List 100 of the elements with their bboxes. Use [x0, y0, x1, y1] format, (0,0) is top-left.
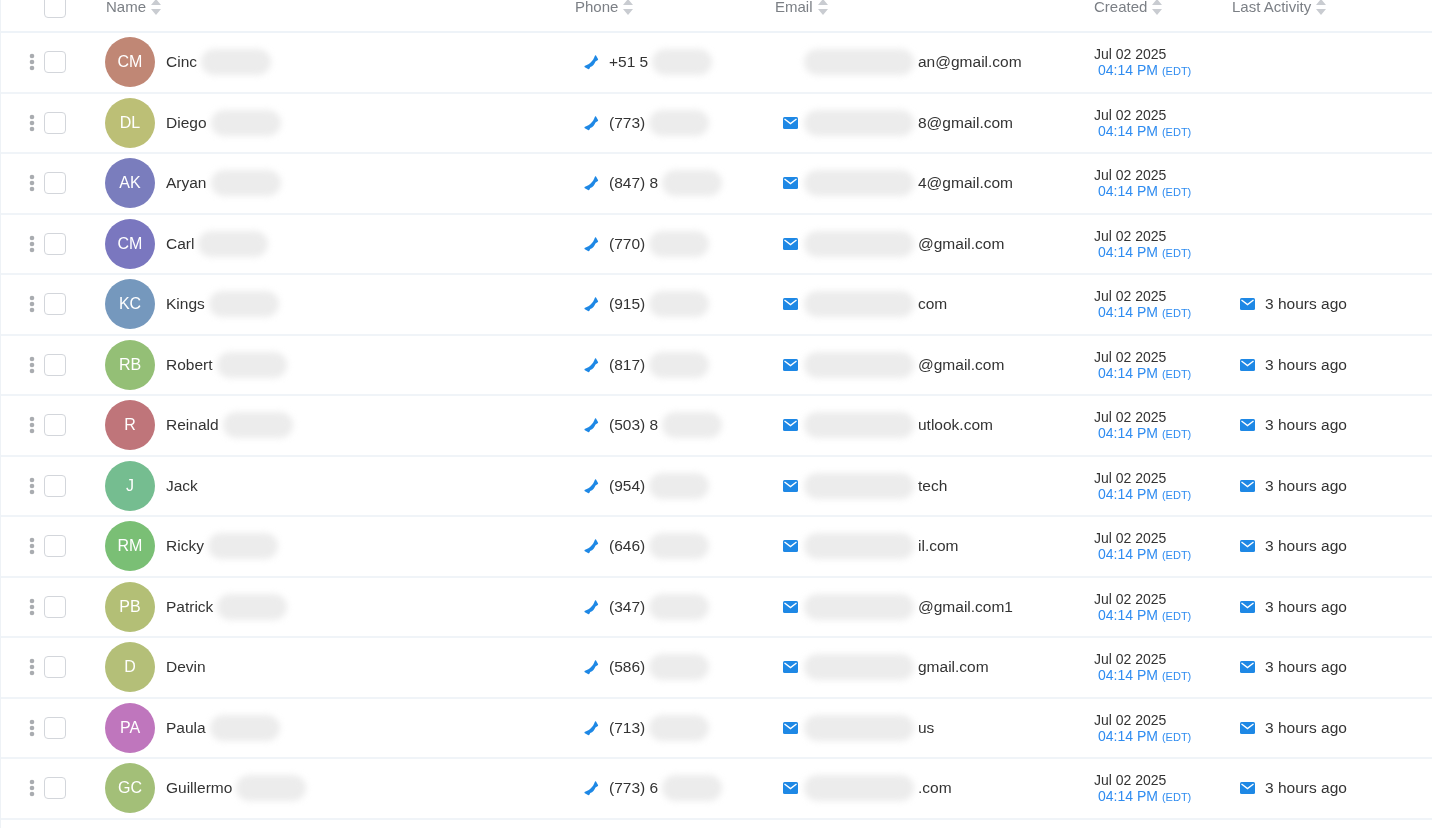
email-address[interactable]: com — [918, 295, 948, 314]
email-address[interactable]: utlook.com — [918, 416, 993, 435]
drag-handle-icon[interactable] — [29, 53, 35, 72]
checkbox[interactable] — [44, 535, 66, 558]
contact-name[interactable]: Diego — [166, 113, 207, 132]
drag-handle-icon[interactable] — [29, 718, 35, 737]
phone-icon[interactable] — [583, 538, 599, 555]
envelope-icon[interactable] — [783, 358, 798, 371]
contact-name[interactable]: Paula — [166, 718, 206, 737]
drag-handle-icon[interactable] — [29, 658, 35, 677]
phone-number[interactable]: (773) 6 — [609, 779, 659, 798]
envelope-icon[interactable] — [783, 116, 798, 129]
contact-name[interactable]: Guillermo — [166, 779, 233, 798]
column-header[interactable]: Phone — [575, 0, 619, 16]
email-address[interactable]: il.com — [918, 537, 959, 556]
phone-number[interactable]: (713) — [609, 718, 646, 737]
envelope-icon[interactable] — [783, 298, 798, 311]
drag-handle-icon[interactable] — [29, 476, 35, 495]
envelope-icon[interactable] — [783, 237, 798, 250]
contact-name[interactable]: Robert — [166, 355, 213, 374]
envelope-icon[interactable] — [783, 782, 798, 795]
checkbox[interactable] — [44, 0, 66, 18]
checkbox[interactable] — [44, 716, 66, 739]
sort-icon[interactable] — [1315, 0, 1328, 16]
checkbox[interactable] — [44, 595, 66, 618]
envelope-icon[interactable] — [783, 419, 798, 432]
contact-name[interactable]: Ricky — [166, 537, 204, 556]
phone-number[interactable]: (847) 8 — [609, 174, 659, 193]
phone-number[interactable]: (817) — [609, 355, 646, 374]
email-address[interactable]: 4@gmail.com — [918, 174, 1013, 193]
drag-handle-icon[interactable] — [29, 355, 35, 374]
envelope-icon[interactable] — [783, 721, 798, 734]
email-address[interactable]: an@gmail.com — [918, 53, 1022, 72]
sort-icon[interactable] — [1151, 0, 1164, 16]
contact-name[interactable]: Carl — [166, 234, 195, 253]
email-address[interactable]: .com — [918, 779, 952, 798]
phone-icon[interactable] — [583, 417, 599, 434]
envelope-icon[interactable] — [783, 540, 798, 553]
phone-number[interactable]: (503) 8 — [609, 416, 659, 435]
envelope-icon[interactable] — [783, 177, 798, 190]
contact-name[interactable]: Devin — [166, 658, 206, 677]
contact-name[interactable]: Aryan — [166, 174, 207, 193]
drag-handle-icon[interactable] — [29, 779, 35, 798]
phone-icon[interactable] — [583, 296, 599, 313]
email-address[interactable]: @gmail.com1 — [918, 597, 1013, 616]
drag-handle-icon[interactable] — [29, 113, 35, 132]
checkbox[interactable] — [44, 414, 66, 437]
drag-handle-icon[interactable] — [29, 597, 35, 616]
drag-handle-icon[interactable] — [29, 537, 35, 556]
checkbox[interactable] — [44, 353, 66, 376]
drag-handle-icon[interactable] — [29, 295, 35, 314]
checkbox[interactable] — [44, 232, 66, 255]
sort-icon[interactable] — [622, 0, 635, 16]
envelope-icon[interactable] — [783, 479, 798, 492]
checkbox[interactable] — [44, 172, 66, 195]
phone-number[interactable]: (770) — [609, 234, 646, 253]
phone-icon[interactable] — [583, 780, 599, 797]
phone-number[interactable]: (586) — [609, 658, 646, 677]
sort-icon[interactable] — [816, 0, 829, 16]
checkbox[interactable] — [44, 111, 66, 134]
email-address[interactable]: gmail.com — [918, 658, 989, 677]
drag-handle-icon[interactable] — [29, 174, 35, 193]
phone-number[interactable]: +51 5 — [609, 53, 649, 72]
drag-handle-icon[interactable] — [29, 234, 35, 253]
drag-handle-icon[interactable] — [29, 416, 35, 435]
contact-name[interactable]: Jack — [166, 476, 198, 495]
phone-number[interactable]: (773) — [609, 113, 646, 132]
contact-name[interactable]: Cinc — [166, 53, 197, 72]
contact-name[interactable]: Patrick — [166, 597, 214, 616]
checkbox[interactable] — [44, 293, 66, 316]
phone-icon[interactable] — [583, 598, 599, 615]
phone-icon[interactable] — [583, 659, 599, 676]
checkbox[interactable] — [44, 474, 66, 497]
phone-number[interactable]: (646) — [609, 537, 646, 556]
email-address[interactable]: tech — [918, 476, 948, 495]
envelope-icon[interactable] — [783, 600, 798, 613]
contact-name[interactable]: Kings — [166, 295, 205, 314]
phone-icon[interactable] — [583, 175, 599, 192]
email-address[interactable]: 8@gmail.com — [918, 113, 1013, 132]
email-address[interactable]: @gmail.com — [918, 355, 1005, 374]
column-header[interactable]: Created — [1094, 0, 1148, 16]
phone-number[interactable]: (347) — [609, 597, 646, 616]
phone-number[interactable]: (954) — [609, 476, 646, 495]
checkbox[interactable] — [44, 777, 66, 800]
phone-icon[interactable] — [583, 356, 599, 373]
phone-icon[interactable] — [583, 54, 599, 71]
sort-icon[interactable] — [150, 0, 162, 16]
column-header[interactable]: Last Activity — [1232, 0, 1312, 16]
envelope-icon[interactable] — [783, 661, 798, 674]
email-address[interactable]: @gmail.com — [918, 234, 1005, 253]
phone-icon[interactable] — [583, 114, 599, 131]
phone-icon[interactable] — [583, 477, 599, 494]
checkbox[interactable] — [44, 656, 66, 679]
email-address[interactable]: us — [918, 718, 935, 737]
column-header[interactable]: Name — [106, 0, 146, 16]
phone-icon[interactable] — [583, 235, 599, 252]
phone-number[interactable]: (915) — [609, 295, 646, 314]
checkbox[interactable] — [44, 51, 66, 74]
contact-name[interactable]: Reinald — [166, 416, 219, 435]
phone-icon[interactable] — [583, 719, 599, 736]
